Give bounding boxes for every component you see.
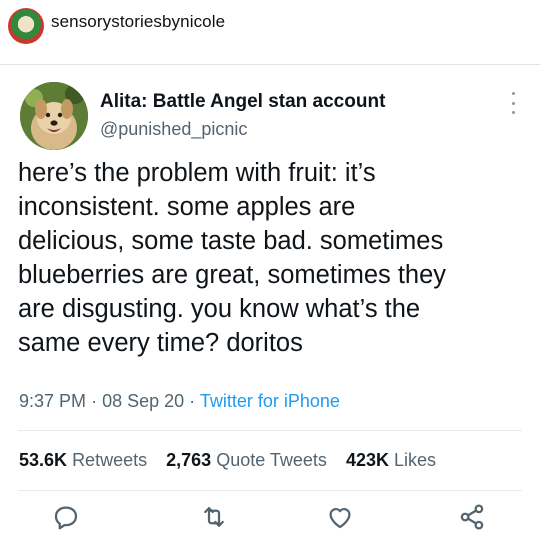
likes-count: 423K	[345, 450, 389, 470]
likes-label: Likes	[393, 450, 437, 470]
tweet-metadata: 9:37 PM · 08 Sep 20 · Twitter for iPhone	[19, 391, 340, 412]
quotes-label: Quote Tweets	[216, 450, 327, 470]
share-icon[interactable]	[457, 502, 487, 532]
retweets-count: 53.6K	[19, 450, 68, 470]
tweet-text: here’s the problem with fruit: it’s inco…	[18, 156, 530, 360]
tweet-text-line: inconsistent. some apples are	[18, 193, 356, 221]
meta-separator: ·	[91, 391, 98, 411]
instagram-post-header: sensorystoriesbynicole	[0, 0, 540, 54]
tweet-time[interactable]: 9:37 PM	[19, 391, 86, 411]
stats-divider	[18, 430, 522, 431]
likes-stat[interactable]: 423K Likes	[346, 450, 436, 470]
tweet-text-line: same every time? doritos	[18, 329, 303, 357]
instagram-avatar[interactable]	[8, 8, 44, 44]
tweet-author-name[interactable]: Alita: Battle Angel stan account	[100, 91, 385, 113]
instagram-username[interactable]: sensorystoriesbynicole	[51, 12, 225, 32]
tweet-author-avatar[interactable]	[20, 82, 88, 150]
more-icon[interactable]	[506, 92, 520, 114]
tweet-author-handle[interactable]: @punished_picnic	[100, 119, 247, 140]
tweet-actions	[0, 502, 540, 536]
meta-separator: ·	[189, 391, 196, 411]
tweet-text-line: blueberries are great, sometimes they	[18, 261, 447, 289]
stats-divider	[18, 490, 522, 491]
tweet-text-line: are disgusting. you know what’s the	[18, 295, 421, 323]
tweet-text-line: here’s the problem with fruit: it’s	[18, 159, 376, 187]
retweets-stat[interactable]: 53.6K Retweets	[19, 450, 147, 470]
quote-tweets-stat[interactable]: 2,763 Quote Tweets	[166, 450, 327, 470]
tweet-source[interactable]: Twitter for iPhone	[200, 391, 340, 411]
reply-icon[interactable]	[51, 502, 81, 532]
dog-photo	[20, 82, 88, 150]
header-divider	[0, 64, 540, 65]
tweet-date[interactable]: 08 Sep 20	[102, 391, 184, 411]
tweet-text-line: delicious, some taste bad. sometimes	[18, 227, 444, 255]
tweet-stats: 53.6K Retweets 2,763 Quote Tweets 423K L…	[19, 450, 436, 471]
retweet-icon[interactable]	[199, 502, 229, 532]
quotes-count: 2,763	[166, 450, 212, 470]
like-icon[interactable]	[325, 502, 355, 532]
retweets-label: Retweets	[72, 450, 148, 470]
